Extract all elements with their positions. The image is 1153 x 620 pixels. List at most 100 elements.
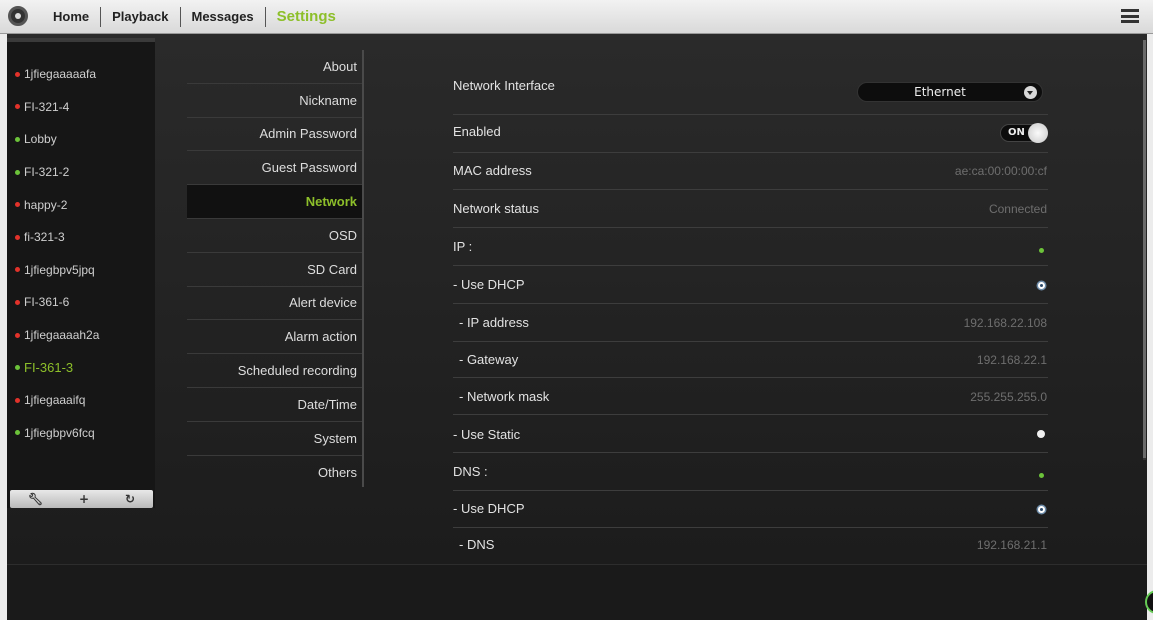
divider (453, 341, 1048, 342)
device-name: 1jfiegaaaaafa (24, 67, 97, 82)
divider (453, 265, 1048, 266)
enabled-label: Enabled (453, 124, 501, 139)
device-item[interactable]: happy-2 (7, 188, 155, 221)
device-item[interactable]: FI-321-4 (7, 91, 155, 124)
status-dot-icon (15, 430, 20, 436)
settings-item-sd-card[interactable]: SD Card (187, 253, 362, 287)
network-status-label: Network status (453, 201, 539, 216)
settings-item-system[interactable]: System (187, 422, 362, 456)
wrench-icon[interactable]: 🔧︎ (28, 491, 43, 507)
enabled-row: Enabled (445, 124, 1055, 139)
ip-static-label: - Use Static (453, 427, 521, 442)
bottom-strip (7, 564, 1147, 620)
device-item[interactable]: 1jfiegaaaaafa (7, 58, 155, 91)
ip-address-value: 192.168.22.108 (963, 315, 1047, 330)
scrollbar-thumb[interactable] (1143, 40, 1146, 458)
device-item[interactable]: 1jfiegbpv5jpq (7, 254, 155, 287)
ip-status-dot-icon (1039, 248, 1044, 253)
divider (453, 414, 1048, 415)
mac-address-label: MAC address (453, 163, 532, 178)
divider (453, 377, 1048, 378)
settings-item-network[interactable]: Network (187, 185, 362, 219)
top-nav-bar: Home Playback Messages Settings (0, 0, 1153, 34)
status-dot-icon (15, 234, 20, 240)
device-item[interactable]: 1jfiegaaaah2a (7, 319, 155, 352)
status-dot-icon (15, 365, 20, 371)
refresh-icon[interactable]: ↻ (125, 491, 135, 507)
settings-item-nickname[interactable]: Nickname (187, 84, 362, 118)
settings-item-about[interactable]: About (187, 50, 362, 84)
device-name: FI-361-6 (24, 295, 70, 310)
settings-item-guest-password[interactable]: Guest Password (187, 151, 362, 186)
status-dot-icon (15, 169, 20, 175)
dns-dhcp-radio[interactable] (1038, 506, 1045, 513)
divider (453, 189, 1048, 190)
device-item[interactable]: fi-321-3 (7, 221, 155, 254)
menu-divider (362, 50, 364, 487)
dns-row: - DNS 192.168.21.1 (445, 537, 1055, 552)
right-page-edge (1147, 34, 1153, 620)
nav-playback[interactable]: Playback (101, 7, 181, 27)
device-item[interactable]: FI-361-6 (7, 286, 155, 319)
device-item[interactable]: FI-321-2 (7, 156, 155, 189)
dns-value: 192.168.21.1 (976, 537, 1047, 552)
app-logo-icon[interactable] (8, 6, 28, 26)
settings-item-date-time[interactable]: Date/Time (187, 388, 362, 422)
network-interface-value: Ethernet (914, 85, 966, 99)
network-status-row: Network status Connected (445, 201, 1055, 216)
device-name: fi-321-3 (24, 230, 65, 245)
ip-static-radio[interactable] (1037, 430, 1045, 438)
settings-item-alert-device[interactable]: Alert device (187, 287, 362, 321)
device-name: happy-2 (24, 197, 68, 212)
device-item[interactable]: Lobby (7, 123, 155, 156)
divider (453, 490, 1048, 491)
device-name: 1jfiegaaaah2a (24, 328, 100, 343)
mac-address-row: MAC address ae:ca:00:00:00:cf (445, 163, 1055, 178)
nav-settings[interactable]: Settings (266, 7, 347, 27)
status-dot-icon (15, 267, 20, 273)
dns-header-row: DNS : (445, 464, 1055, 479)
settings-item-osd[interactable]: OSD (187, 219, 362, 253)
dns-label: - DNS (459, 537, 495, 552)
device-name: 1jfiegaaaifq (24, 393, 86, 408)
device-item[interactable]: 1jfiegbpv6fcq (7, 417, 155, 450)
settings-item-admin-password[interactable]: Admin Password (187, 118, 362, 152)
status-dot-icon (15, 332, 20, 338)
device-name: Lobby (24, 132, 57, 147)
chevron-down-icon (1024, 86, 1037, 99)
divider (453, 227, 1048, 228)
nav-messages[interactable]: Messages (181, 7, 266, 27)
divider (453, 452, 1048, 453)
device-item[interactable]: 1jfiegaaaifq (7, 384, 155, 417)
status-dot-icon (15, 202, 20, 208)
ip-header-row: IP : (445, 239, 1055, 254)
network-interface-select[interactable]: Ethernet (857, 82, 1043, 102)
divider (453, 527, 1048, 528)
ip-dhcp-label: - Use DHCP (453, 277, 525, 292)
ip-address-row: - IP address 192.168.22.108 (445, 315, 1055, 330)
ip-dhcp-row: - Use DHCP (445, 277, 1055, 292)
network-mask-row: - Network mask 255.255.255.0 (445, 389, 1055, 404)
settings-item-alarm-action[interactable]: Alarm action (187, 320, 362, 355)
mac-address-value: ae:ca:00:00:00:cf (954, 163, 1047, 178)
dns-status-dot-icon (1039, 473, 1044, 478)
ip-dhcp-radio[interactable] (1038, 282, 1045, 289)
left-page-edge (0, 34, 7, 620)
network-interface-label: Network Interface (453, 78, 555, 93)
gateway-label: - Gateway (459, 352, 519, 367)
network-status-value: Connected (988, 201, 1047, 216)
toggle-state-label: ON (1008, 127, 1025, 138)
ip-address-label: - IP address (459, 315, 529, 330)
settings-item-others[interactable]: Others (187, 456, 362, 490)
hamburger-menu-icon[interactable] (1121, 9, 1139, 23)
ip-header-label: IP : (453, 239, 473, 254)
settings-item-scheduled-recording[interactable]: Scheduled recording (187, 354, 362, 388)
enabled-toggle[interactable]: ON (1000, 123, 1048, 143)
divider (453, 152, 1048, 153)
plus-icon[interactable]: + (79, 491, 89, 507)
divider (453, 114, 1048, 115)
nav-home[interactable]: Home (44, 7, 102, 27)
dns-dhcp-row: - Use DHCP (445, 501, 1055, 516)
main-nav: Home Playback Messages Settings (44, 0, 347, 34)
device-item-active[interactable]: FI-361-3 (7, 351, 155, 384)
